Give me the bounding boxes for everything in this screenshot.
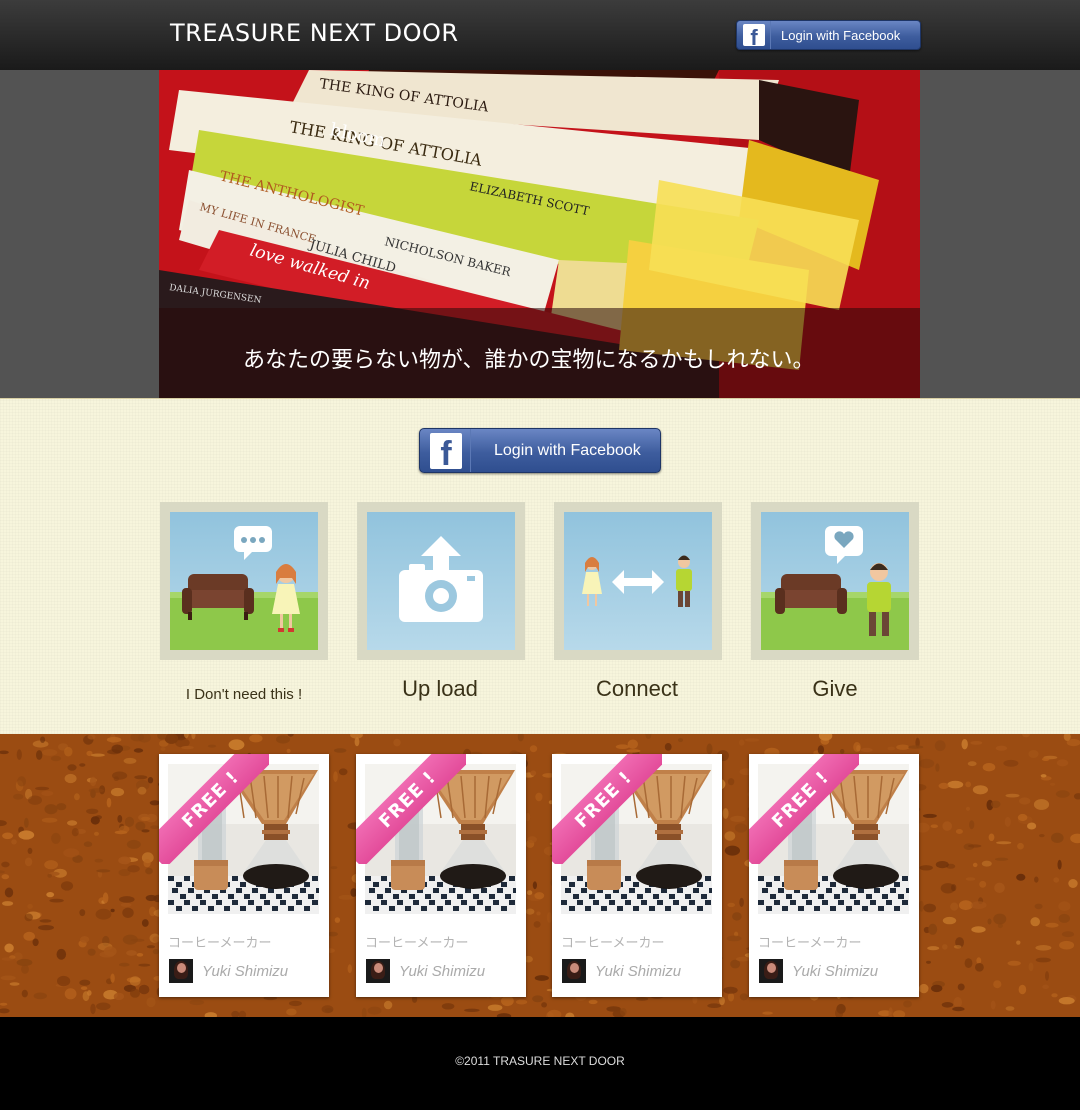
main-facebook-login-button[interactable]: f Login with Facebook bbox=[419, 428, 661, 473]
free-badge: FREE ! bbox=[356, 754, 466, 864]
button-divider bbox=[470, 429, 471, 472]
site-logo[interactable]: TREASURE NEXT DOOR bbox=[170, 19, 459, 47]
free-ribbon: FREE ! bbox=[749, 754, 859, 864]
connect-people-icon bbox=[564, 512, 712, 650]
item-name[interactable]: コーヒーメーカー bbox=[758, 932, 861, 951]
free-badge: FREE ! bbox=[749, 754, 859, 864]
item-name[interactable]: コーヒーメーカー bbox=[365, 932, 468, 951]
free-badge: FREE ! bbox=[159, 754, 269, 864]
step-label-connect: Connect bbox=[596, 676, 678, 701]
free-ribbon: FREE ! bbox=[356, 754, 466, 864]
avatar[interactable] bbox=[562, 959, 586, 983]
free-ribbon: FREE ! bbox=[552, 754, 662, 864]
step-dont-need bbox=[160, 502, 328, 660]
camera-upload-icon bbox=[367, 512, 515, 650]
avatar[interactable] bbox=[366, 959, 390, 983]
step-give bbox=[751, 502, 919, 660]
free-badge: FREE ! bbox=[552, 754, 662, 864]
owner-name[interactable]: Yuki Shimizu bbox=[202, 963, 288, 980]
step-connect bbox=[554, 502, 722, 660]
step-label-upload: Up load bbox=[402, 676, 478, 701]
step-label-give: Give bbox=[812, 676, 858, 701]
item-name[interactable]: コーヒーメーカー bbox=[168, 932, 271, 951]
free-ribbon: FREE ! bbox=[159, 754, 269, 864]
item-name[interactable]: コーヒーメーカー bbox=[561, 932, 664, 951]
hero-image: THE KING OF ATTOLIA THE KING OF ATTOLIA … bbox=[159, 70, 920, 398]
hero-tagline: あなたの要らない物が、誰かの宝物になるかもしれない。 bbox=[243, 348, 815, 373]
header-facebook-login-button[interactable]: f Login with Facebook bbox=[736, 20, 921, 50]
owner-name[interactable]: Yuki Shimizu bbox=[792, 963, 878, 980]
facebook-icon: f bbox=[743, 24, 765, 46]
sofa-girl-speech-icon bbox=[170, 512, 318, 650]
item-card[interactable]: FREE ! コーヒーメーカー Yuki Shimizu bbox=[552, 754, 722, 997]
item-card[interactable]: FREE ! コーヒーメーカー Yuki Shimizu bbox=[356, 754, 526, 997]
give-heart-icon bbox=[761, 512, 909, 650]
header-login-label: Login with Facebook bbox=[781, 27, 901, 43]
avatar[interactable] bbox=[759, 959, 783, 983]
owner-name[interactable]: Yuki Shimizu bbox=[399, 963, 485, 980]
site-header: TREASURE NEXT DOOR f Login with Facebook bbox=[0, 0, 1080, 70]
item-card[interactable]: FREE ! コーヒーメーカー Yuki Shimizu bbox=[749, 754, 919, 997]
main-login-label: Login with Facebook bbox=[494, 441, 641, 459]
item-card[interactable]: FREE ! コーヒーメーカー Yuki Shimizu bbox=[159, 754, 329, 997]
button-divider bbox=[770, 21, 771, 49]
owner-name[interactable]: Yuki Shimizu bbox=[595, 963, 681, 980]
hero-caption-bar: あなたの要らない物が、誰かの宝物になるかもしれない。 bbox=[159, 308, 920, 398]
step-upload bbox=[357, 502, 525, 660]
avatar[interactable] bbox=[169, 959, 193, 983]
site-footer: ©2011 TRASURE NEXT DOOR bbox=[0, 1017, 1080, 1110]
copyright: ©2011 TRASURE NEXT DOOR bbox=[455, 1054, 625, 1068]
facebook-icon: f bbox=[430, 432, 462, 469]
step-label-dont-need: I Don't need this ! bbox=[185, 686, 303, 703]
